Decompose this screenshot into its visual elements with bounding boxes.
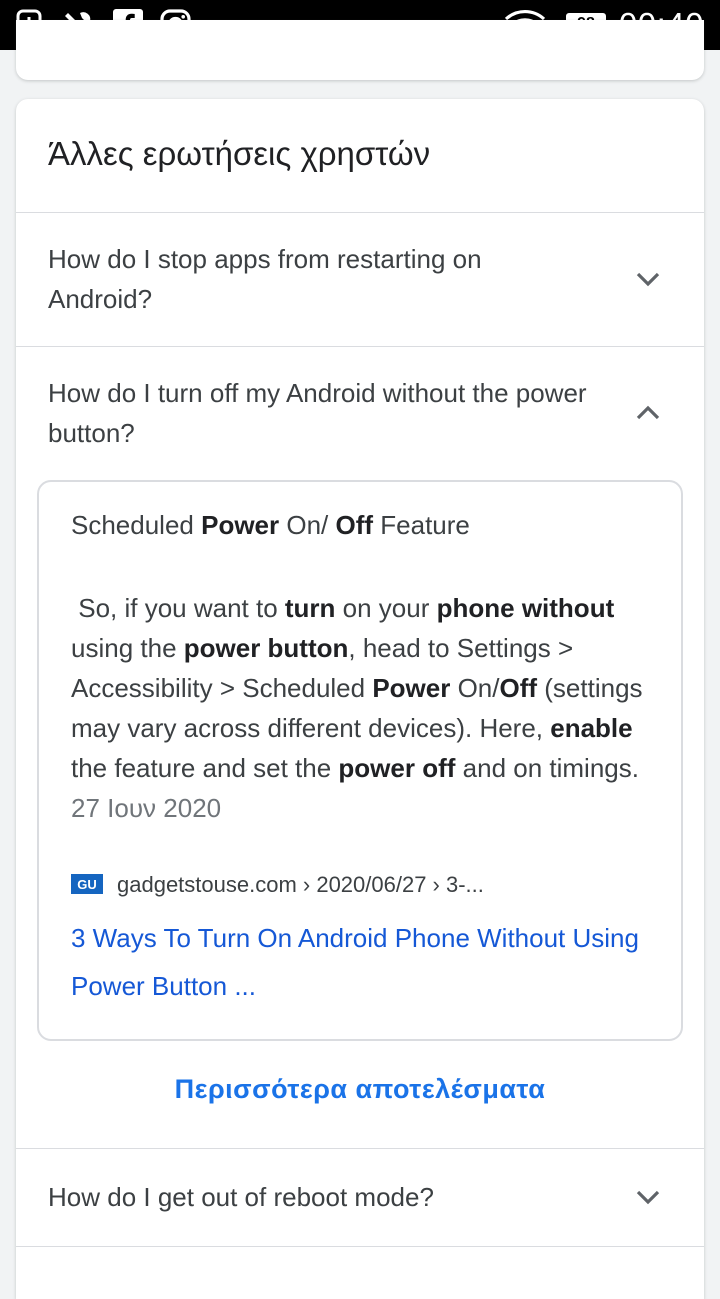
question-text: How do I get out of reboot mode? [48,1182,434,1212]
answer-date: 27 Ιουν 2020 [71,793,222,823]
answer-body: So, if you want to turn on your phone wi… [71,593,643,823]
divider [16,1148,704,1149]
previous-result-card [16,20,704,80]
result-link[interactable]: 3 Ways To Turn On Android Phone Without … [71,914,651,1010]
question-text: How do I turn off my Android without the… [48,378,587,448]
chevron-up-icon [636,405,660,420]
question-text: How do I stop apps from restarting on An… [48,244,482,314]
divider [16,1246,704,1247]
section-title: Άλλες ερωτήσεις χρηστών [48,135,431,172]
answer-heading: Scheduled Power On/ Off Feature [71,510,470,540]
divider [16,346,704,347]
gadgetstouse-favicon-icon: GU [71,874,103,894]
chevron-down-icon [636,272,660,287]
source-line[interactable]: GU gadgetstouse.com › 2020/06/27 › 3-... [71,872,484,898]
svg-text:GU: GU [77,877,97,892]
divider [16,212,704,213]
people-also-ask-card: Άλλες ερωτήσεις χρηστών How do I stop ap… [16,99,704,1299]
chevron-down-icon [636,1190,660,1205]
answer-snippet: Scheduled Power On/ Off Feature So, if y… [37,480,683,1041]
more-results-link[interactable]: Περισσότερα αποτελέσματα [16,1074,704,1105]
source-url: gadgetstouse.com › 2020/06/27 › 3-... [117,872,484,897]
